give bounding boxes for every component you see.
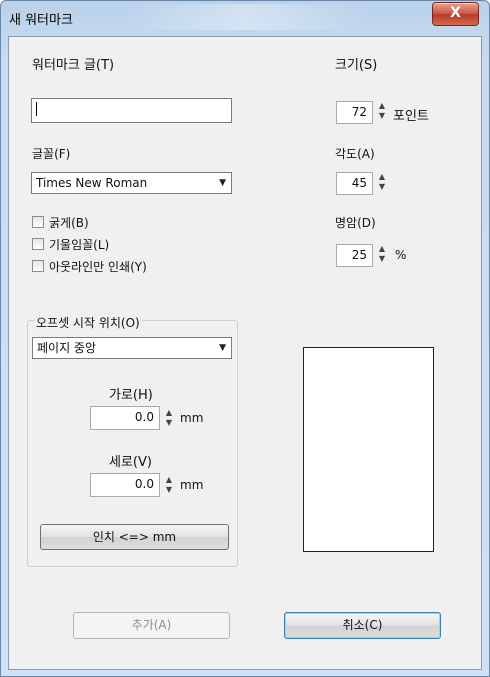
italic-checkbox[interactable] <box>32 238 44 250</box>
angle-input[interactable]: 45 <box>336 172 373 195</box>
offset-position-value: 페이지 중앙 <box>37 341 97 355</box>
size-label: 크기(S) <box>335 58 378 73</box>
vertical-unit: mm <box>180 478 204 492</box>
watermark-text-label: 워터마크 글(T) <box>32 58 115 73</box>
horizontal-label: 가로(H) <box>109 388 153 403</box>
font-label: 글꼴(F) <box>32 147 71 161</box>
close-button[interactable]: X <box>432 2 479 26</box>
title-bar: 새 워터마크 X <box>0 0 490 36</box>
dialog-client-area: 워터마크 글(T) 크기(S) 72 ▲ ▼ 포인트 글꼴(F) Times Ne… <box>8 36 482 670</box>
offset-group-title: 오프셋 시작 위치(O) <box>34 314 142 331</box>
chevron-down-icon: ▼ <box>219 178 226 188</box>
outline-label: 아웃라인만 인쇄(Y) <box>49 260 147 274</box>
vertical-spinner[interactable]: ▲ ▼ <box>163 475 175 497</box>
brightness-input[interactable]: 25 <box>336 244 373 267</box>
italic-label: 기울임꼴(L) <box>49 238 110 252</box>
bold-label: 굵게(B) <box>49 216 89 230</box>
add-button[interactable]: 추가(A) <box>73 612 230 639</box>
vertical-label: 세로(V) <box>109 455 152 470</box>
offset-position-select[interactable]: 페이지 중앙 ▼ <box>32 337 232 359</box>
horizontal-spinner[interactable]: ▲ ▼ <box>163 408 175 430</box>
vertical-input[interactable]: 0.0 <box>90 473 160 497</box>
size-input[interactable]: 72 <box>336 101 373 124</box>
window-title: 새 워터마크 <box>9 13 73 28</box>
unit-toggle-button[interactable]: 인치 <=> mm <box>40 524 229 550</box>
watermark-text-input[interactable] <box>31 98 232 123</box>
outline-checkbox[interactable] <box>32 260 44 272</box>
font-select[interactable]: Times New Roman ▼ <box>31 172 232 194</box>
horizontal-unit: mm <box>180 411 204 425</box>
text-caret <box>36 102 37 116</box>
size-spinner[interactable]: ▲ ▼ <box>376 101 388 123</box>
cancel-button[interactable]: 취소(C) <box>284 612 441 639</box>
horizontal-input[interactable]: 0.0 <box>90 406 160 430</box>
angle-spinner[interactable]: ▲ ▼ <box>376 172 388 194</box>
watermark-preview <box>303 347 434 552</box>
size-unit: 포인트 <box>393 109 429 124</box>
angle-label: 각도(A) <box>335 147 375 161</box>
bold-checkbox[interactable] <box>32 216 44 228</box>
title-bar-background <box>120 4 370 30</box>
font-select-value: Times New Roman <box>36 176 148 190</box>
brightness-unit: % <box>395 248 407 262</box>
chevron-down-icon: ▼ <box>219 343 226 353</box>
brightness-label: 명암(D) <box>335 216 376 230</box>
brightness-spinner[interactable]: ▲ ▼ <box>376 244 388 266</box>
